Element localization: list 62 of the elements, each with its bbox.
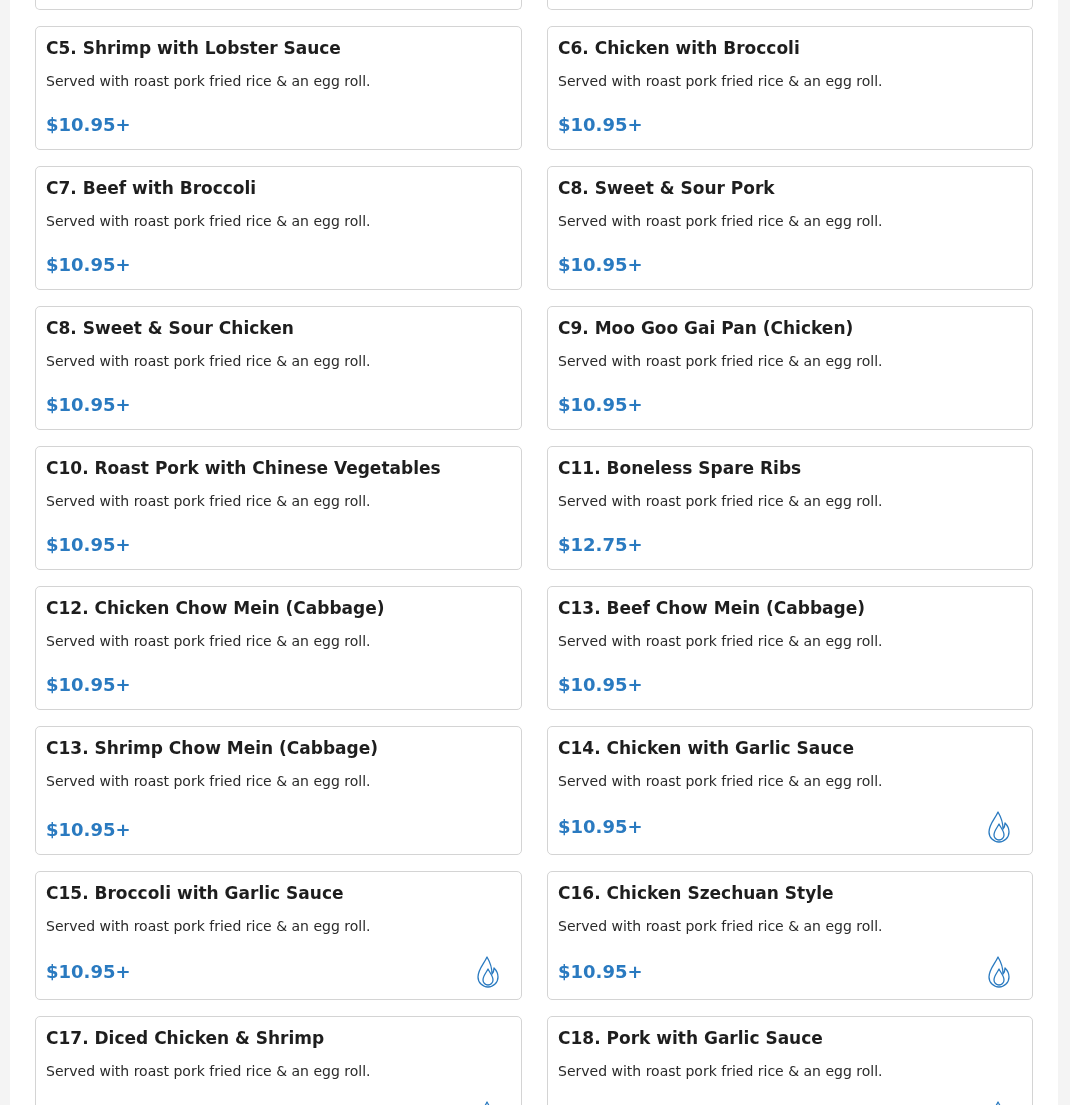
item-title: C8. Sweet & Sour Chicken	[46, 317, 295, 339]
menu-item-card[interactable]: C6. Chicken with Broccoli Served with roast pork fried rice & an egg roll. $10.95+	[547, 26, 1033, 150]
item-title: C12. Chicken Chow Mein (Cabbage)	[46, 597, 386, 619]
item-title: C17. Diced Chicken & Shrimp	[46, 1027, 326, 1049]
item-title: C6. Chicken with Broccoli	[558, 37, 801, 59]
menu-item-card[interactable]: C13. Beef Chow Mein (Cabbage) Served with roast pork fried rice & an egg roll. $10.95+	[547, 586, 1033, 710]
item-price: $10.95+	[46, 253, 131, 277]
item-description: Served with roast pork fried rice & an egg roll.	[46, 72, 372, 91]
item-title: C13. Shrimp Chow Mein (Cabbage)	[46, 737, 380, 759]
item-title: C11. Boneless Spare Ribs	[558, 457, 803, 479]
item-price: $10.95+	[558, 960, 643, 984]
item-title: C7. Beef with Broccoli	[46, 177, 258, 199]
item-description: Served with roast pork fried rice & an egg roll.	[46, 772, 372, 791]
item-title: C15. Broccoli with Garlic Sauce	[46, 882, 345, 904]
item-description: Served with roast pork fried rice & an egg roll.	[558, 212, 884, 231]
item-description: Served with roast pork fried rice & an egg roll.	[46, 632, 372, 651]
item-price: $10.95+	[558, 393, 643, 417]
item-price: $10.95+	[46, 673, 131, 697]
item-description: Served with roast pork fried rice & an egg roll.	[558, 1062, 884, 1081]
item-title: C18. Pork with Garlic Sauce	[558, 1027, 824, 1049]
item-description: Served with roast pork fried rice & an egg roll.	[46, 917, 372, 936]
item-description: Served with roast pork fried rice & an egg roll.	[558, 917, 884, 936]
item-description: Served with roast pork fried rice & an egg roll.	[558, 632, 884, 651]
item-price: $10.95+	[46, 533, 131, 557]
item-title: C9. Moo Goo Gai Pan (Chicken)	[558, 317, 855, 339]
menu-item-card[interactable]: C18. Pork with Garlic Sauce Served with roast pork fried rice & an egg roll.	[547, 1016, 1033, 1105]
menu-item-card[interactable]: C16. Chicken Szechuan Style Served with roast pork fried rice & an egg roll. $10.95+	[547, 871, 1033, 1000]
item-description: Served with roast pork fried rice & an egg roll.	[46, 492, 372, 511]
item-title: C13. Beef Chow Mein (Cabbage)	[558, 597, 866, 619]
item-title: C10. Roast Pork with Chinese Vegetables	[46, 457, 442, 479]
item-price: $10.95+	[558, 253, 643, 277]
item-price: $10.95+	[46, 960, 131, 984]
item-description: Served with roast pork fried rice & an egg roll.	[558, 352, 884, 371]
menu-item-card[interactable]: C8. Sweet & Sour Chicken Served with roast pork fried rice & an egg roll. $10.95+	[35, 306, 522, 430]
item-description: Served with roast pork fried rice & an egg roll.	[46, 352, 372, 371]
item-price: $10.95+	[558, 673, 643, 697]
item-price: $10.95+	[46, 113, 131, 137]
item-price: $10.95+	[46, 818, 131, 842]
item-description: Served with roast pork fried rice & an egg roll.	[558, 492, 884, 511]
item-description: Served with roast pork fried rice & an egg roll.	[558, 772, 884, 791]
item-description: Served with roast pork fried rice & an egg roll.	[558, 72, 884, 91]
item-title: C8. Sweet & Sour Pork	[558, 177, 776, 199]
item-title: C5. Shrimp with Lobster Sauce	[46, 37, 342, 59]
menu-item-card[interactable]: C5. Shrimp with Lobster Sauce Served with roast pork fried rice & an egg roll. $10.95+	[35, 26, 522, 150]
item-title: C16. Chicken Szechuan Style	[558, 882, 835, 904]
menu-item-card[interactable]: C9. Moo Goo Gai Pan (Chicken) Served with roast pork fried rice & an egg roll. $10.95+	[547, 306, 1033, 430]
menu-item-card[interactable]: C12. Chicken Chow Mein (Cabbage) Served with roast pork fried rice & an egg roll. $10.95+	[35, 586, 522, 710]
menu-item-card[interactable]: C14. Chicken with Garlic Sauce Served with roast pork fried rice & an egg roll. $10.95+	[547, 726, 1033, 855]
item-description: Served with roast pork fried rice & an egg roll.	[46, 212, 372, 231]
menu-item-card[interactable]: C15. Broccoli with Garlic Sauce Served with roast pork fried rice & an egg roll. $10.95+	[35, 871, 522, 1000]
menu-item-card[interactable]: C8. Sweet & Sour Pork Served with roast pork fried rice & an egg roll. $10.95+	[547, 166, 1033, 290]
item-price: $10.95+	[558, 113, 643, 137]
menu-item-card[interactable]: C13. Shrimp Chow Mein (Cabbage) Served with roast pork fried rice & an egg roll. $10.95+	[35, 726, 522, 855]
menu-item-card[interactable]: C7. Beef with Broccoli Served with roast pork fried rice & an egg roll. $10.95+	[35, 166, 522, 290]
menu-item-card[interactable]: C10. Roast Pork with Chinese Vegetables Served with roast pork fried rice & an egg roll. $10.95+	[35, 446, 522, 570]
menu-item-card[interactable]: C11. Boneless Spare Ribs Served with roast pork fried rice & an egg roll. $12.75+	[547, 446, 1033, 570]
item-title: C14. Chicken with Garlic Sauce	[558, 737, 855, 759]
item-price: $10.95+	[46, 393, 131, 417]
item-description: Served with roast pork fried rice & an egg roll.	[46, 1062, 372, 1081]
item-price: $10.95+	[558, 815, 643, 839]
menu-item-card[interactable]: C17. Diced Chicken & Shrimp Served with roast pork fried rice & an egg roll.	[35, 1016, 522, 1105]
item-price: $12.75+	[558, 533, 643, 557]
